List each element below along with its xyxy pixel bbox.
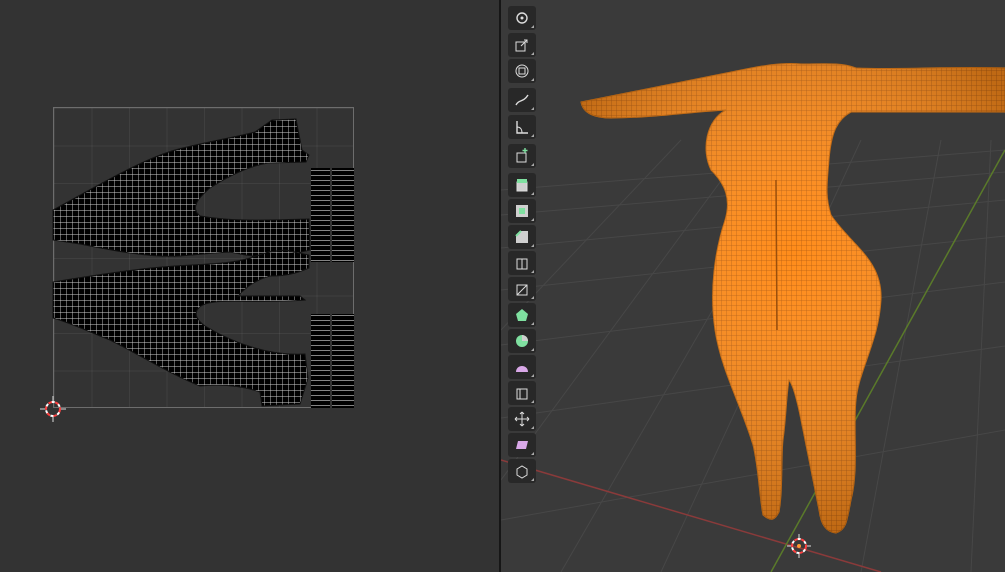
shear-icon[interactable] [508,433,536,457]
add-cube-icon[interactable] [508,144,536,168]
shrink-fatten-icon[interactable] [508,407,536,431]
smooth-icon[interactable] [508,355,536,379]
extrude-region-icon[interactable] [508,173,536,197]
uv-strip-top [311,168,354,262]
character-mesh [580,63,1005,534]
loop-cut-icon[interactable] [508,251,536,275]
rotate-icon[interactable] [508,6,536,30]
edge-slide-icon[interactable] [508,381,536,405]
transform-icon[interactable] [508,59,536,83]
uv-cursor-icon[interactable] [40,396,66,422]
3d-viewport[interactable] [501,0,1005,572]
spin-icon[interactable] [508,329,536,353]
uv-strip-bottom [311,314,354,408]
measure-icon[interactable] [508,115,536,139]
inset-faces-icon[interactable] [508,199,536,223]
uv-island-bottom [52,249,310,407]
uv-editor[interactable] [0,0,499,572]
knife-icon[interactable] [508,277,536,301]
poly-build-icon[interactable] [508,303,536,327]
scale-icon[interactable] [508,33,536,57]
rip-region-icon[interactable] [508,459,536,483]
annotate-icon[interactable] [508,88,536,112]
viewport-scene [501,63,1005,572]
uv-island-top [52,118,311,258]
bevel-icon[interactable] [508,225,536,249]
uv-islands [52,118,354,408]
